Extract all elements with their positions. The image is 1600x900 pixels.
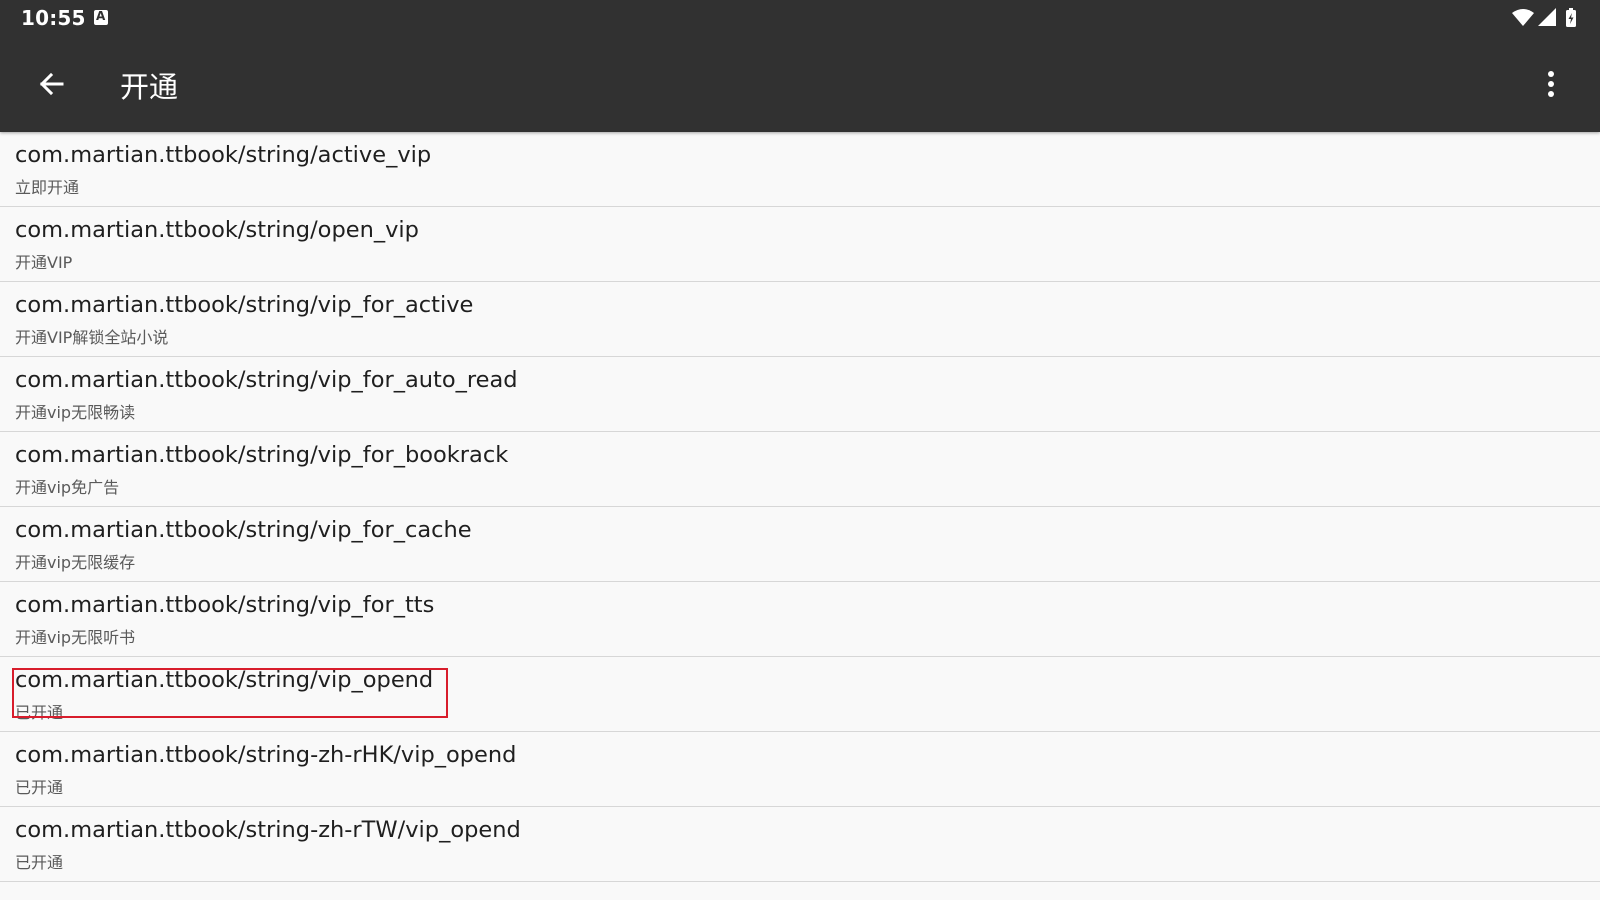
app-bar: 10:55 开通 [0,0,1600,132]
resource-name: com.martian.ttbook/string/vip_for_tts [15,592,435,618]
list-item[interactable]: com.martian.ttbook/string/vip_for_tts 开通… [0,582,1600,657]
more-vert-icon [1548,71,1554,97]
list-item-highlighted[interactable]: com.martian.ttbook/string/vip_opend 已开通 [0,657,1600,732]
status-time: 10:55 [21,6,86,30]
status-icons [1512,8,1580,28]
resource-name: com.martian.ttbook/string/vip_for_cache [15,517,472,543]
resource-name: com.martian.ttbook/string/active_vip [15,142,432,168]
list-item[interactable]: com.martian.ttbook/string/vip_for_auto_r… [0,357,1600,432]
resource-name: com.martian.ttbook/string/vip_opend [15,667,434,693]
list-item[interactable]: com.martian.ttbook/string/vip_for_active… [0,282,1600,357]
list-item[interactable]: com.martian.ttbook/string/active_vip 立即开… [0,132,1600,207]
resource-value: 开通vip免广告 [15,478,120,497]
resource-value: 已开通 [15,703,64,722]
list-item[interactable]: com.martian.ttbook/string/vip_for_bookra… [0,432,1600,507]
resource-name: com.martian.ttbook/string/vip_for_auto_r… [15,367,518,393]
more-options-button[interactable] [1531,66,1571,106]
resource-value: 开通VIP解锁全站小说 [15,328,169,347]
arrow-back-icon [39,72,64,96]
resource-name: com.martian.ttbook/string/vip_for_active [15,292,474,318]
resource-value: 开通VIP [15,253,73,272]
resource-value: 开通vip无限缓存 [15,553,136,572]
a-keyboard-icon [94,9,108,25]
resource-name: com.martian.ttbook/string/vip_for_bookra… [15,442,509,468]
page-title: 开通 [120,70,179,104]
resource-value: 已开通 [15,853,64,872]
list-item[interactable]: com.martian.ttbook/string/vip_for_cache … [0,507,1600,582]
list-item[interactable]: com.martian.ttbook/string/open_vip 开通VIP [0,207,1600,282]
resource-name: com.martian.ttbook/string-zh-rHK/vip_ope… [15,742,517,768]
resource-value: 已开通 [15,778,64,797]
string-resource-list: com.martian.ttbook/string/active_vip 立即开… [0,132,1600,882]
back-button[interactable] [30,64,78,106]
wifi-icon [1512,9,1534,26]
list-item[interactable]: com.martian.ttbook/string-zh-rHK/vip_ope… [0,732,1600,807]
resource-value: 开通vip无限畅读 [15,403,136,422]
list-item[interactable]: com.martian.ttbook/string-zh-rTW/vip_ope… [0,807,1600,882]
battery-charging-icon [1566,8,1576,27]
resource-value: 开通vip无限听书 [15,628,136,647]
resource-name: com.martian.ttbook/string/open_vip [15,217,419,243]
resource-name: com.martian.ttbook/string-zh-rTW/vip_ope… [15,817,521,843]
resource-value: 立即开通 [15,178,80,197]
signal-icon [1538,8,1556,26]
